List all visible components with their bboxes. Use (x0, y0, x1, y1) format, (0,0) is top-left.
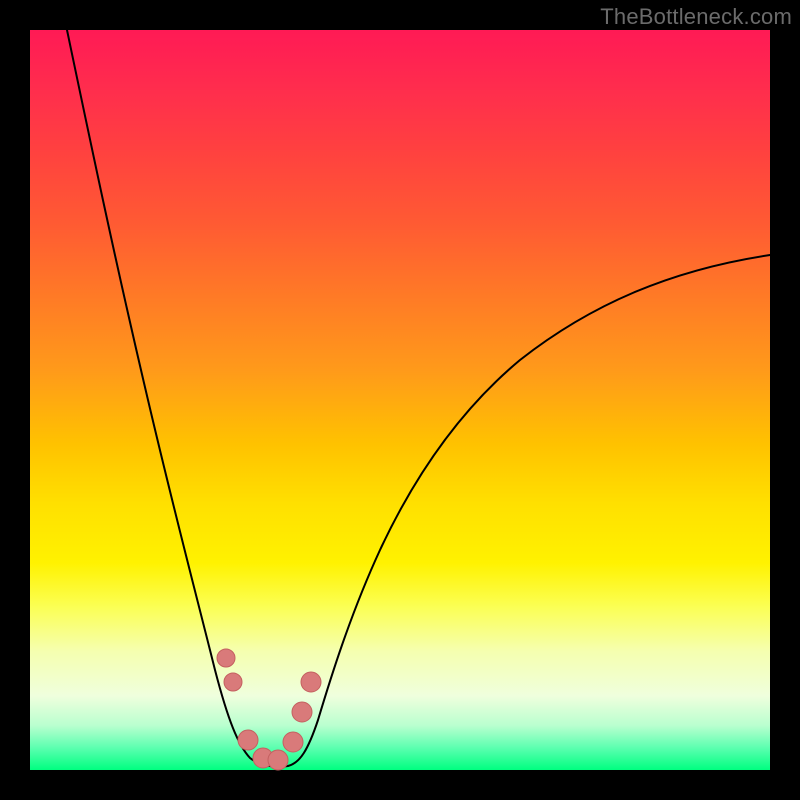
marker-dot (268, 750, 288, 770)
marker-dot (217, 649, 235, 667)
curve-svg (30, 30, 770, 770)
marker-dot (238, 730, 258, 750)
plot-area (30, 30, 770, 770)
chart-frame: TheBottleneck.com (0, 0, 800, 800)
marker-dot (283, 732, 303, 752)
marker-dot (292, 702, 312, 722)
marker-dot (224, 673, 242, 691)
watermark-text: TheBottleneck.com (600, 4, 792, 30)
marker-dot (301, 672, 321, 692)
bottleneck-curve (67, 30, 770, 767)
